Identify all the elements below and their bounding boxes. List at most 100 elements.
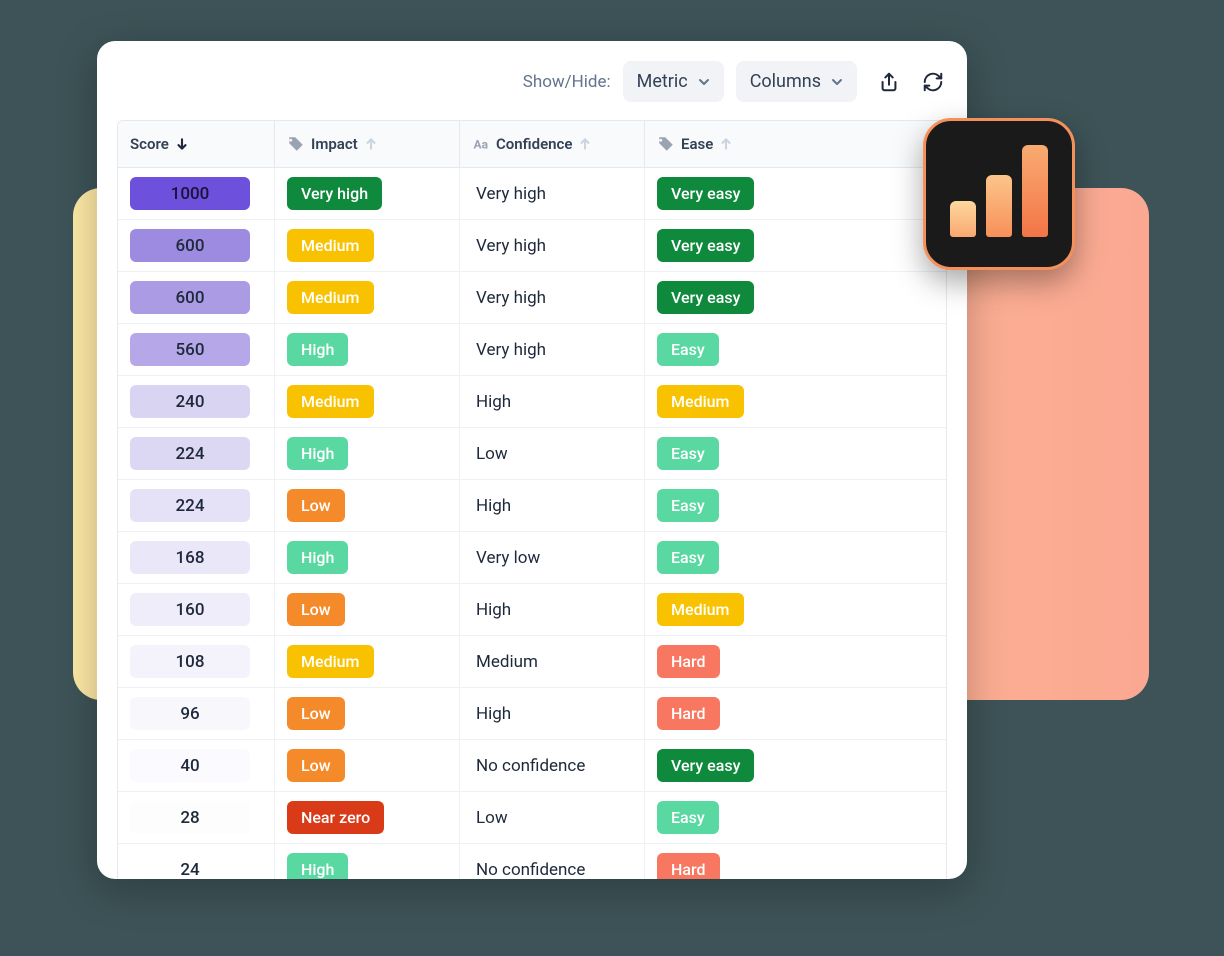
confidence-text: Medium <box>472 652 538 672</box>
cell-impact: Medium <box>275 220 460 271</box>
impact-tag: High <box>287 333 348 366</box>
impact-tag: Medium <box>287 645 374 678</box>
col-ease-label: Ease <box>681 135 713 153</box>
cell-impact: Medium <box>275 636 460 687</box>
impact-tag: Low <box>287 593 345 626</box>
chevron-down-icon <box>831 76 843 88</box>
cell-impact: High <box>275 428 460 479</box>
ease-tag: Easy <box>657 801 719 834</box>
table-row[interactable]: 224 High LowEasy <box>118 428 946 480</box>
cell-confidence: Low <box>460 428 645 479</box>
table-body: 1000Very highVery highVery easy600Medium… <box>118 168 946 879</box>
col-impact-label: Impact <box>311 135 358 153</box>
metric-select[interactable]: Metric <box>623 61 724 102</box>
cell-impact: Low <box>275 740 460 791</box>
col-ease[interactable]: Ease <box>645 121 946 167</box>
ease-tag: Hard <box>657 697 720 730</box>
table-row[interactable]: 96 Low High Hard <box>118 688 946 740</box>
tag-icon <box>287 135 305 153</box>
col-confidence[interactable]: Aa Confidence <box>460 121 645 167</box>
table-row[interactable]: 160LowHighMedium <box>118 584 946 636</box>
tag-icon <box>657 135 675 153</box>
cell-score: 560 <box>118 324 275 375</box>
scoring-table: Score Impact Aa Confidence Ease 1000Very… <box>117 120 947 879</box>
cell-confidence: Low <box>460 792 645 843</box>
cell-confidence: Very low <box>460 532 645 583</box>
cell-confidence: High <box>460 688 645 739</box>
score-pill: 96 <box>130 697 250 730</box>
cell-score: 40 <box>118 740 275 791</box>
cell-impact: Medium <box>275 272 460 323</box>
col-score[interactable]: Score <box>118 121 275 167</box>
table-row[interactable]: 600MediumVery highVery easy <box>118 272 946 324</box>
chevron-down-icon <box>698 76 710 88</box>
cell-ease: Medium <box>645 376 946 427</box>
ease-tag: Medium <box>657 593 744 626</box>
impact-tag: Low <box>287 749 345 782</box>
cell-ease: Medium <box>645 584 946 635</box>
cell-confidence: Medium <box>460 636 645 687</box>
refresh-button[interactable] <box>921 70 945 94</box>
confidence-text: No confidence <box>472 860 585 880</box>
table-row[interactable]: 28Near zeroLowEasy <box>118 792 946 844</box>
cell-score: 224 <box>118 428 275 479</box>
cell-score: 600 <box>118 272 275 323</box>
columns-select-label: Columns <box>750 71 821 92</box>
table-header: Score Impact Aa Confidence Ease <box>118 121 946 168</box>
confidence-text: No confidence <box>472 756 585 776</box>
impact-tag: Low <box>287 697 345 730</box>
arrow-up-icon <box>364 137 378 151</box>
confidence-text: High <box>472 392 511 412</box>
confidence-text: High <box>472 704 511 724</box>
cell-confidence: High <box>460 584 645 635</box>
ease-tag: Very easy <box>657 281 754 314</box>
impact-tag: Low <box>287 489 345 522</box>
bar-2 <box>986 175 1012 237</box>
ease-tag: Easy <box>657 541 719 574</box>
table-row[interactable]: 108MediumMediumHard <box>118 636 946 688</box>
impact-tag: Near zero <box>287 801 384 834</box>
cell-ease: Easy <box>645 480 946 531</box>
table-row[interactable]: 224LowHighEasy <box>118 480 946 532</box>
cell-ease: Hard <box>645 636 946 687</box>
cell-confidence: Very high <box>460 324 645 375</box>
share-icon <box>878 71 900 93</box>
table-row[interactable]: 240MediumHighMedium <box>118 376 946 428</box>
cell-confidence: No confidence <box>460 740 645 791</box>
cell-impact: High <box>275 844 460 879</box>
col-score-label: Score <box>130 135 169 153</box>
cell-ease: Easy <box>645 792 946 843</box>
table-row[interactable]: 24 High No confidence Hard <box>118 844 946 879</box>
impact-tag: High <box>287 853 348 879</box>
impact-tag: High <box>287 437 348 470</box>
table-row[interactable]: 40LowNo confidenceVery easy <box>118 740 946 792</box>
score-pill: 224 <box>130 489 250 522</box>
cell-score: 24 <box>118 844 275 879</box>
cell-score: 168 <box>118 532 275 583</box>
ease-tag: Very easy <box>657 229 754 262</box>
score-pill: 224 <box>130 437 250 470</box>
share-button[interactable] <box>877 70 901 94</box>
arrow-up-icon <box>719 137 733 151</box>
cell-impact: Low <box>275 584 460 635</box>
ease-tag: Easy <box>657 333 719 366</box>
table-row[interactable]: 560 High Very high Easy <box>118 324 946 376</box>
confidence-text: Very high <box>472 340 546 360</box>
table-row[interactable]: 168HighVery lowEasy <box>118 532 946 584</box>
columns-select[interactable]: Columns <box>736 61 857 102</box>
cell-confidence: High <box>460 376 645 427</box>
score-pill: 168 <box>130 541 250 574</box>
cell-score: 600 <box>118 220 275 271</box>
col-impact[interactable]: Impact <box>275 121 460 167</box>
confidence-text: Very high <box>472 236 546 256</box>
cell-ease: Hard <box>645 844 946 879</box>
scoring-card: Show/Hide: Metric Columns Score Impact <box>97 41 967 879</box>
ease-tag: Hard <box>657 853 720 879</box>
cell-ease: Easy <box>645 428 946 479</box>
cell-ease: Easy <box>645 532 946 583</box>
table-row[interactable]: 600Medium Very high Very easy <box>118 220 946 272</box>
cell-confidence: Very high <box>460 220 645 271</box>
impact-tag: Very high <box>287 177 382 210</box>
table-row[interactable]: 1000Very highVery highVery easy <box>118 168 946 220</box>
cell-impact: Low <box>275 480 460 531</box>
